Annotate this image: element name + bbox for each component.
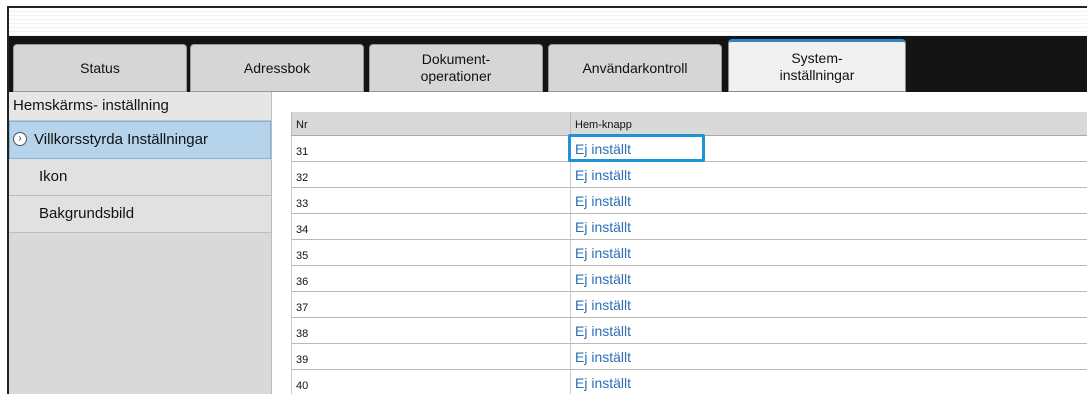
home-button-link-cell[interactable]: Ej inställt: [570, 265, 1087, 292]
tab-label: Status: [80, 59, 120, 76]
row-number: 35: [291, 239, 571, 266]
settings-table: Nr Hem-knapp 31 Ej inställt 32 Ej instäl…: [291, 112, 1087, 394]
table-header-row: Nr Hem-knapp: [291, 112, 1087, 136]
home-button-link-cell[interactable]: Ej inställt: [568, 134, 1087, 162]
home-button-link-cell[interactable]: Ej inställt: [570, 317, 1087, 344]
home-button-link[interactable]: Ej inställt: [575, 323, 631, 339]
home-button-link[interactable]: Ej inställt: [575, 349, 631, 365]
home-button-link[interactable]: Ej inställt: [575, 375, 631, 391]
table-row: 38 Ej inställt: [291, 317, 1087, 344]
column-header-hem-knapp: Hem-knapp: [570, 112, 1087, 136]
tab-bar: Status Adressbok Dokument- operationer A…: [9, 36, 1087, 92]
column-header-nr: Nr: [291, 112, 571, 136]
sidebar: Hemskärms- inställning › Villkorsstyrda …: [9, 92, 272, 394]
tab-dokumentoperationer[interactable]: Dokument- operationer: [369, 44, 543, 92]
sidebar-item-label: Bakgrundsbild: [39, 205, 135, 222]
top-strip: [9, 8, 1087, 36]
home-button-link-cell[interactable]: Ej inställt: [570, 343, 1087, 370]
table-row: 31 Ej inställt: [291, 134, 1087, 162]
home-button-link[interactable]: Ej inställt: [575, 219, 631, 235]
table-row: 36 Ej inställt: [291, 265, 1087, 292]
home-button-link[interactable]: Ej inställt: [575, 141, 631, 157]
tab-label: Dokument- operationer: [420, 51, 492, 84]
tab-label: System- inställningar: [779, 49, 855, 83]
tab-label: Användarkontroll: [582, 59, 688, 76]
home-button-link-cell[interactable]: Ej inställt: [570, 213, 1087, 240]
row-number: 36: [291, 265, 571, 292]
row-number: 31: [291, 135, 571, 162]
tab-status[interactable]: Status: [13, 44, 187, 92]
sidebar-item-bakgrundsbild[interactable]: Bakgrundsbild: [9, 196, 271, 233]
home-button-link[interactable]: Ej inställt: [575, 245, 631, 261]
row-number: 33: [291, 187, 571, 214]
row-number: 39: [291, 343, 571, 370]
row-number: 38: [291, 317, 571, 344]
home-button-link[interactable]: Ej inställt: [575, 193, 631, 209]
row-number: 40: [291, 369, 571, 394]
home-button-link[interactable]: Ej inställt: [575, 167, 631, 183]
chevron-right-icon: ›: [13, 132, 27, 146]
tab-label: Adressbok: [243, 59, 311, 76]
tab-systeminstallningar[interactable]: System- inställningar: [728, 39, 906, 92]
home-button-link[interactable]: Ej inställt: [575, 271, 631, 287]
app-frame: Status Adressbok Dokument- operationer A…: [7, 6, 1087, 394]
table-row: 34 Ej inställt: [291, 213, 1087, 240]
home-button-link-cell[interactable]: Ej inställt: [570, 187, 1087, 214]
table-row: 35 Ej inställt: [291, 239, 1087, 266]
home-button-link[interactable]: Ej inställt: [575, 297, 631, 313]
home-button-link-cell[interactable]: Ej inställt: [570, 161, 1087, 188]
table-row: 32 Ej inställt: [291, 161, 1087, 188]
sidebar-item-ikon[interactable]: Ikon: [9, 159, 271, 196]
row-number: 34: [291, 213, 571, 240]
tab-anvandarkontroll[interactable]: Användarkontroll: [548, 44, 722, 92]
home-button-link-cell[interactable]: Ej inställt: [570, 239, 1087, 266]
sidebar-header: Hemskärms- inställning: [9, 92, 271, 121]
tab-adressbok[interactable]: Adressbok: [190, 44, 364, 92]
sidebar-item-label: Villkorsstyrda Inställningar: [34, 131, 208, 148]
table-row: 39 Ej inställt: [291, 343, 1087, 370]
table-row: 33 Ej inställt: [291, 187, 1087, 214]
sidebar-item-villkorsstyrda[interactable]: › Villkorsstyrda Inställningar: [9, 121, 271, 159]
home-button-link-cell[interactable]: Ej inställt: [570, 369, 1087, 394]
row-number: 37: [291, 291, 571, 318]
sidebar-item-label: Ikon: [39, 168, 68, 185]
settings-table-container[interactable]: Nr Hem-knapp 31 Ej inställt 32 Ej instäl…: [291, 112, 1087, 394]
row-number: 32: [291, 161, 571, 188]
table-row: 40 Ej inställt: [291, 369, 1087, 394]
home-button-link-cell[interactable]: Ej inställt: [570, 291, 1087, 318]
table-row: 37 Ej inställt: [291, 291, 1087, 318]
